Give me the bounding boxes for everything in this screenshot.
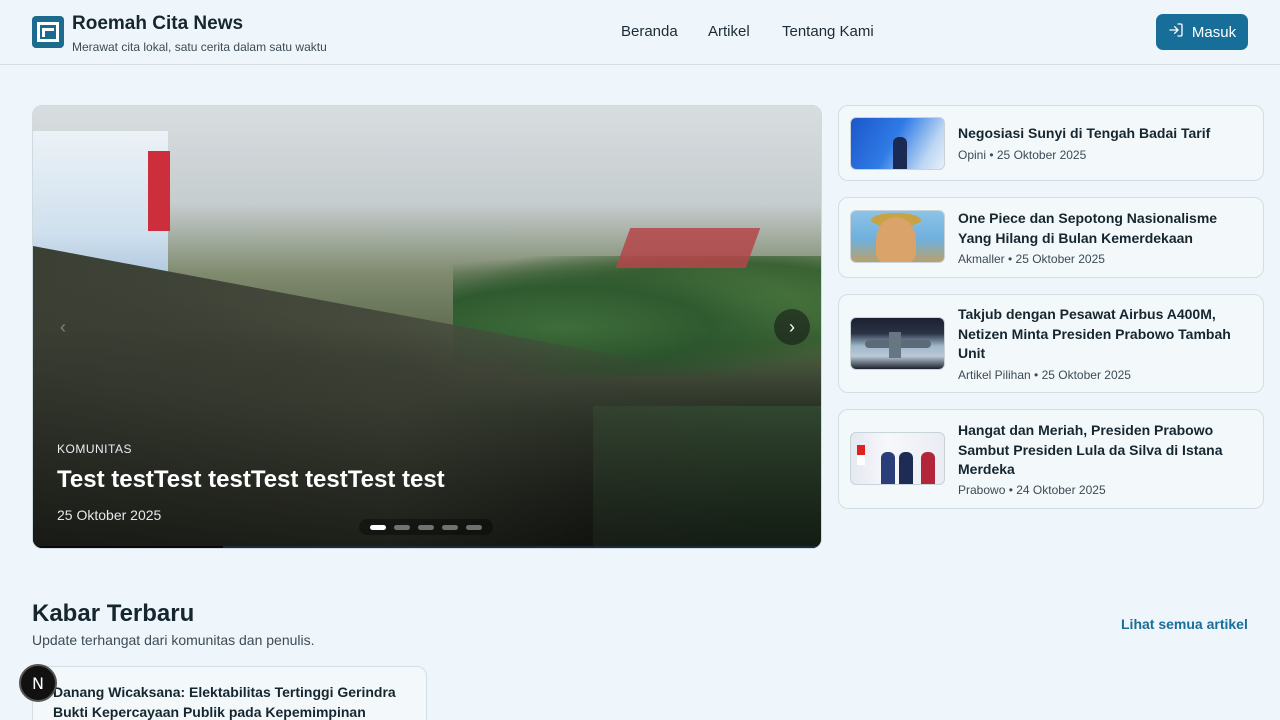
side-article-card[interactable]: Hangat dan Meriah, Presiden Prabowo Samb… — [838, 409, 1264, 509]
side-article-card[interactable]: One Piece dan Sepotong Nasionalisme Yang… — [838, 197, 1264, 278]
hero-category[interactable]: KOMUNITAS — [57, 442, 132, 456]
side-article-meta: Prabowo • 24 Oktober 2025 — [958, 483, 1106, 497]
logo-mark-inner — [42, 28, 54, 37]
login-button[interactable]: Masuk — [1156, 14, 1248, 50]
brand-logo[interactable] — [32, 16, 64, 48]
thumbnail-flag-white — [857, 455, 865, 465]
latest-section-subtitle: Update terhangat dari komunitas dan penu… — [32, 632, 315, 648]
carousel-indicators — [359, 519, 493, 535]
hero-date: 25 Oktober 2025 — [57, 507, 162, 523]
latest-article-card[interactable]: Danang Wicaksana: Elektabilitas Tertingg… — [32, 666, 427, 720]
dev-tools-badge[interactable]: N — [19, 664, 57, 702]
nav-item-beranda[interactable]: Beranda — [621, 23, 678, 40]
latest-article-title[interactable]: Danang Wicaksana: Elektabilitas Tertingg… — [53, 683, 413, 720]
thumbnail-plane-wing — [889, 332, 901, 358]
hero-title[interactable]: Test testTest testTest testTest test — [57, 466, 445, 494]
article-thumbnail[interactable] — [850, 117, 945, 170]
latest-section-title: Kabar Terbaru — [32, 600, 195, 627]
side-article-title[interactable]: Negosiasi Sunyi di Tengah Badai Tarif — [958, 124, 1254, 144]
chevron-right-icon[interactable]: › — [774, 309, 810, 345]
carousel-dot-2[interactable] — [394, 524, 410, 530]
side-article-card[interactable]: Negosiasi Sunyi di Tengah Badai Tarif Op… — [838, 105, 1264, 181]
side-article-title[interactable]: Hangat dan Meriah, Presiden Prabowo Samb… — [958, 421, 1254, 480]
nav-item-tentang-kami[interactable]: Tentang Kami — [782, 23, 874, 40]
thumbnail-person — [881, 452, 895, 484]
brand-tagline: Merawat cita lokal, satu cerita dalam sa… — [72, 40, 327, 54]
side-article-title[interactable]: One Piece dan Sepotong Nasionalisme Yang… — [958, 209, 1254, 248]
see-all-articles-link[interactable]: Lihat semua artikel — [1121, 616, 1248, 632]
nav-item-artikel[interactable]: Artikel — [708, 23, 750, 40]
article-thumbnail[interactable] — [850, 432, 945, 485]
carousel-dot-1[interactable] — [370, 524, 386, 530]
article-thumbnail[interactable] — [850, 317, 945, 370]
article-thumbnail[interactable] — [850, 210, 945, 263]
thumbnail-person — [921, 452, 935, 484]
login-label: Masuk — [1191, 23, 1237, 41]
thumbnail-cartoon — [876, 217, 916, 262]
carousel-dot-5[interactable] — [466, 524, 482, 530]
carousel-progress — [223, 546, 821, 548]
side-article-meta: Artikel Pilihan • 25 Oktober 2025 — [958, 368, 1131, 382]
side-article-title[interactable]: Takjub dengan Pesawat Airbus A400M, Neti… — [958, 305, 1254, 364]
hero-carousel[interactable]: KOMUNITAS Test testTest testTest testTes… — [32, 105, 822, 549]
thumbnail-person — [899, 452, 913, 484]
brand-title[interactable]: Roemah Cita News — [72, 13, 243, 35]
site-header: Roemah Cita News Merawat cita lokal, sat… — [0, 0, 1280, 65]
carousel-dot-4[interactable] — [442, 524, 458, 530]
chevron-left-icon[interactable]: ‹ — [45, 309, 81, 345]
side-article-meta: Akmaller • 25 Oktober 2025 — [958, 252, 1105, 266]
side-article-meta: Opini • 25 Oktober 2025 — [958, 148, 1087, 162]
thumbnail-speaker — [893, 137, 907, 169]
login-icon — [1168, 22, 1184, 42]
side-article-card[interactable]: Takjub dengan Pesawat Airbus A400M, Neti… — [838, 294, 1264, 393]
carousel-dot-3[interactable] — [418, 524, 434, 530]
